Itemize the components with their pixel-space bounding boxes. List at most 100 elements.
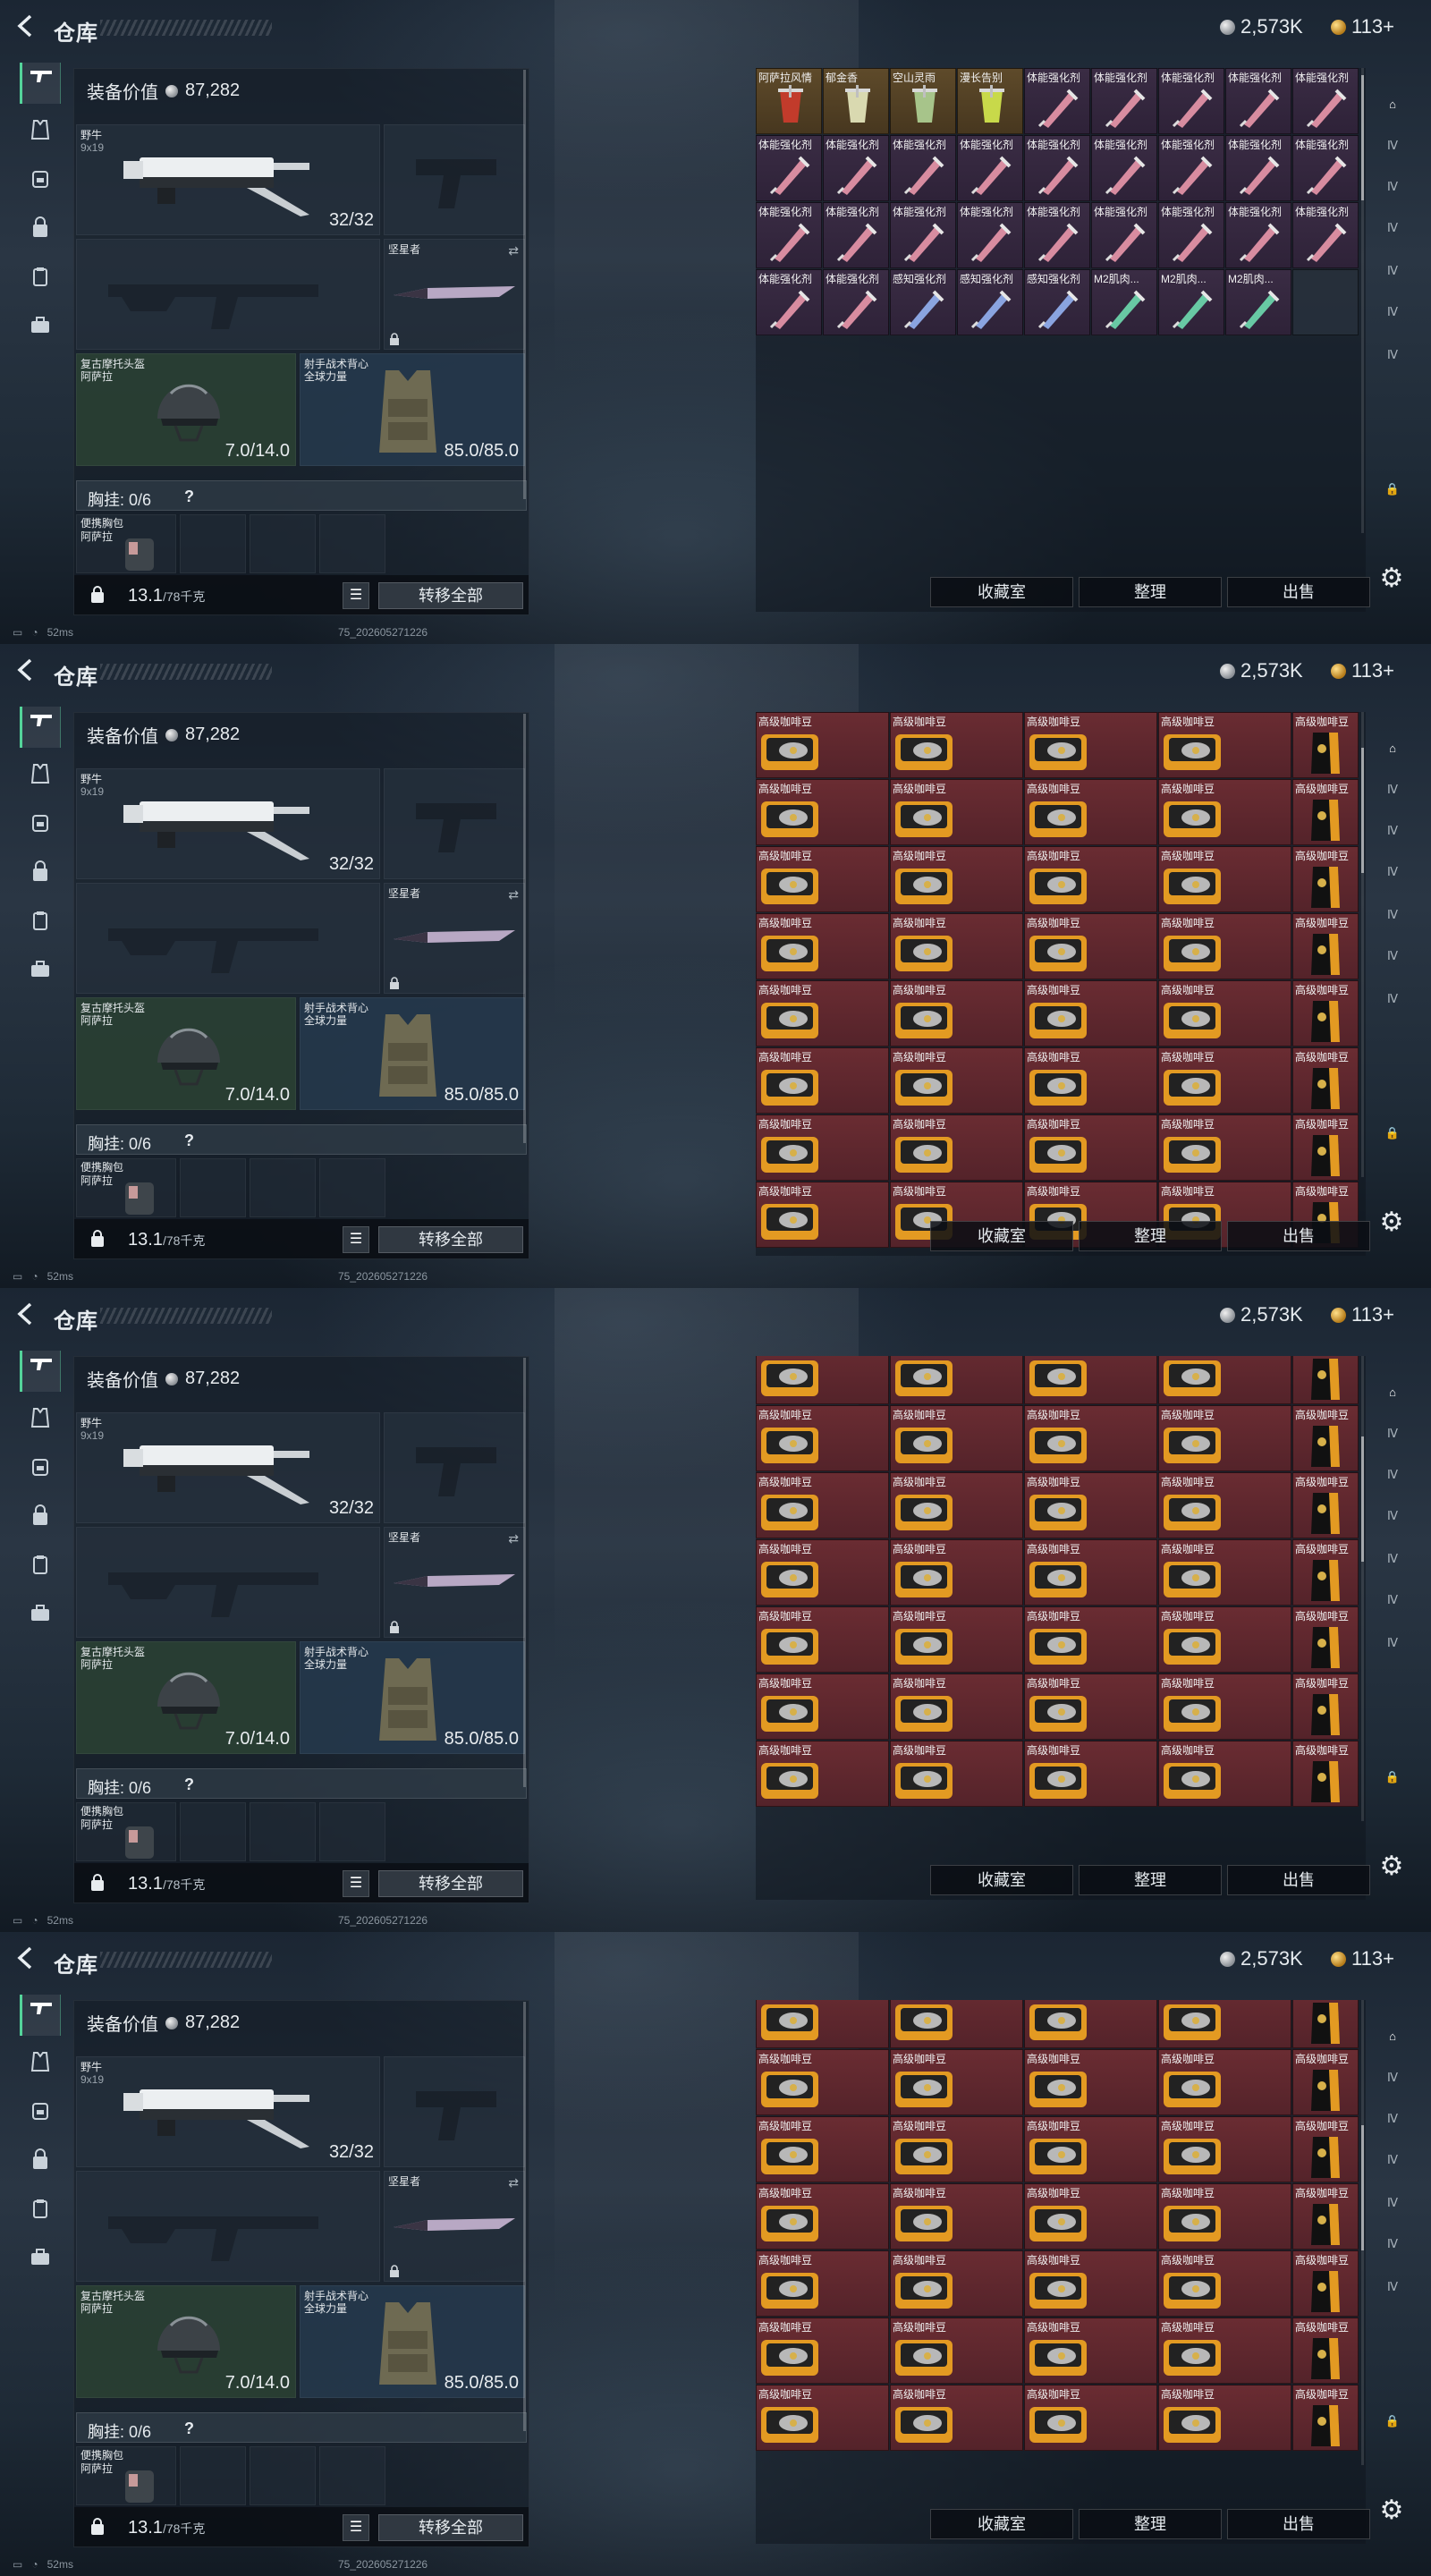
- coffee-bean-item[interactable]: 高级咖啡豆: [1158, 2000, 1291, 2048]
- inventory-item[interactable]: 体能强化剂: [1225, 202, 1291, 268]
- coffee-bean-item[interactable]: 高级咖啡豆: [1158, 2250, 1291, 2317]
- swap-icon[interactable]: ⇄: [508, 2175, 519, 2190]
- nav-bag[interactable]: [20, 857, 61, 898]
- coffee-bean-bag-item[interactable]: 高级咖啡豆: [1292, 1047, 1359, 1114]
- coffee-bean-item[interactable]: 高级咖啡豆: [1158, 1114, 1291, 1181]
- melee-slot[interactable]: 坚星者 ⇄: [384, 239, 525, 350]
- pouch-slot-empty[interactable]: [319, 2446, 385, 2505]
- coffee-bean-item[interactable]: 高级咖啡豆: [756, 846, 889, 912]
- coffee-bean-item[interactable]: 高级咖啡豆: [890, 2385, 1023, 2451]
- nav-bag[interactable]: [20, 2145, 61, 2186]
- inventory-item[interactable]: 漫长告别: [957, 68, 1023, 134]
- gold-currency[interactable]: 113+: [1331, 1947, 1394, 1970]
- coffee-bean-item[interactable]: 高级咖啡豆: [756, 2116, 889, 2182]
- inventory-item[interactable]: 体能强化剂: [1292, 135, 1359, 201]
- coffee-bean-item[interactable]: 高级咖啡豆: [1158, 1047, 1291, 1114]
- nav-armor[interactable]: [20, 1402, 61, 1444]
- inventory-item[interactable]: 体能强化剂: [823, 135, 889, 201]
- coffee-bean-item[interactable]: 高级咖啡豆: [1158, 2385, 1291, 2451]
- nav-backpack[interactable]: [20, 2095, 61, 2136]
- coffee-bean-item[interactable]: 高级咖啡豆: [756, 913, 889, 979]
- nav-toolbox[interactable]: [20, 2241, 61, 2283]
- coffee-bean-item[interactable]: 高级咖啡豆: [756, 1047, 889, 1114]
- coffee-bean-item[interactable]: 高级咖啡豆: [1024, 1674, 1157, 1740]
- sidearm-slot[interactable]: [384, 2056, 525, 2167]
- chest-rig-row[interactable]: 胸挂: 0/6 ?: [76, 1124, 527, 1155]
- collection-room-button[interactable]: 收藏室: [930, 1865, 1073, 1895]
- stash-6-icon[interactable]: Ⅳ: [1374, 2225, 1411, 2263]
- inventory-item[interactable]: 体能强化剂: [1024, 202, 1090, 268]
- pouch-slot-empty[interactable]: [250, 1802, 316, 1861]
- melee-slot[interactable]: 坚星者 ⇄: [384, 1527, 525, 1638]
- inventory-item[interactable]: 体能强化剂: [823, 202, 889, 268]
- stash-4-icon[interactable]: Ⅳ: [1374, 2141, 1411, 2179]
- nav-toolbox[interactable]: [20, 309, 61, 351]
- secondary-weapon-slot[interactable]: [76, 2171, 380, 2282]
- coffee-bean-item[interactable]: 高级咖啡豆: [1024, 2116, 1157, 2182]
- coffee-bean-item[interactable]: 高级咖啡豆: [1158, 1606, 1291, 1673]
- coffee-bean-item[interactable]: 高级咖啡豆: [890, 2183, 1023, 2250]
- stash-4-icon[interactable]: Ⅳ: [1374, 1497, 1411, 1535]
- help-icon[interactable]: ?: [184, 1775, 194, 1794]
- stash-7-icon[interactable]: Ⅳ: [1374, 336, 1411, 374]
- stash-6-icon[interactable]: Ⅳ: [1374, 293, 1411, 331]
- coffee-bean-item[interactable]: 高级咖啡豆: [890, 846, 1023, 912]
- coffee-bean-item[interactable]: 高级咖啡豆: [890, 2250, 1023, 2317]
- secondary-weapon-slot[interactable]: [76, 1527, 380, 1638]
- coffee-bean-bag-item[interactable]: 高级咖啡豆: [1292, 2049, 1359, 2115]
- sell-button[interactable]: 出售: [1227, 577, 1370, 607]
- coffee-bean-item[interactable]: 高级咖啡豆: [890, 1047, 1023, 1114]
- stash-4-icon[interactable]: Ⅳ: [1374, 209, 1411, 247]
- coffee-bean-item[interactable]: 高级咖啡豆: [1024, 913, 1157, 979]
- stash-3-icon[interactable]: Ⅳ: [1374, 1456, 1411, 1494]
- transfer-all-button[interactable]: 转移全部: [378, 2514, 523, 2541]
- inventory-item[interactable]: 体能强化剂: [756, 269, 822, 335]
- coffee-bean-bag-item[interactable]: 高级咖啡豆: [1292, 2385, 1359, 2451]
- inventory-item[interactable]: 体能强化剂: [1024, 68, 1090, 134]
- armor-slot[interactable]: 射手战术背心 全球力量 85.0/85.0: [300, 353, 525, 466]
- inventory-item[interactable]: 体能强化剂: [890, 202, 956, 268]
- inventory-item[interactable]: 体能强化剂: [1158, 202, 1224, 268]
- storage-scroll-thumb[interactable]: [1361, 1436, 1364, 1562]
- coffee-bean-item[interactable]: 高级咖啡豆: [1024, 1047, 1157, 1114]
- pouch-slot-empty[interactable]: [250, 1158, 316, 1217]
- coffee-bean-bag-item[interactable]: 高级咖啡豆: [1292, 1606, 1359, 1673]
- coffee-bean-bag-item[interactable]: 高级咖啡豆: [1292, 1741, 1359, 1807]
- inventory-item[interactable]: 体能强化剂: [957, 135, 1023, 201]
- coffee-bean-item[interactable]: 高级咖啡豆: [890, 1405, 1023, 1471]
- pouch-slot-empty[interactable]: [250, 514, 316, 573]
- coffee-bean-bag-item[interactable]: 高级咖啡豆: [1292, 1114, 1359, 1181]
- stash-3-icon[interactable]: Ⅳ: [1374, 168, 1411, 206]
- inventory-item[interactable]: 体能强化剂: [1225, 68, 1291, 134]
- back-arrow-icon[interactable]: [13, 1301, 39, 1327]
- help-icon[interactable]: ?: [184, 487, 194, 506]
- help-icon[interactable]: ?: [184, 1131, 194, 1150]
- storage-scroll-thumb[interactable]: [1361, 2125, 1364, 2250]
- stash-1-icon[interactable]: ⌂: [1374, 730, 1411, 767]
- stash-5-icon[interactable]: Ⅳ: [1374, 252, 1411, 290]
- pouch-slot-empty[interactable]: [250, 2446, 316, 2505]
- inventory-item[interactable]: 体能强化剂: [1225, 135, 1291, 201]
- coffee-bean-item[interactable]: 高级咖啡豆: [1024, 712, 1157, 778]
- inventory-item[interactable]: 体能强化剂: [823, 269, 889, 335]
- sort-button[interactable]: 整理: [1079, 1865, 1222, 1895]
- coffee-bean-item[interactable]: 高级咖啡豆: [1158, 913, 1291, 979]
- coffee-bean-item[interactable]: 高级咖啡豆: [1158, 1539, 1291, 1606]
- coffee-bean-bag-item[interactable]: 高级咖啡豆: [1292, 712, 1359, 778]
- coffee-bean-item[interactable]: 高级咖啡豆: [756, 1114, 889, 1181]
- coffee-bean-item[interactable]: 高级咖啡豆: [756, 2250, 889, 2317]
- coffee-bean-item[interactable]: 高级咖啡豆: [890, 1606, 1023, 1673]
- sort-button[interactable]: 整理: [1079, 2509, 1222, 2539]
- pouch-slot[interactable]: 便携胸包 阿萨拉: [76, 514, 176, 573]
- stash-7-icon[interactable]: Ⅳ: [1374, 980, 1411, 1018]
- list-view-button[interactable]: ☰: [343, 582, 369, 609]
- coffee-bean-item[interactable]: 高级咖啡豆: [890, 1356, 1023, 1404]
- coffee-bean-item[interactable]: 高级咖啡豆: [890, 2116, 1023, 2182]
- coffee-bean-item[interactable]: 高级咖啡豆: [756, 2183, 889, 2250]
- coffee-bean-item[interactable]: 高级咖啡豆: [756, 1182, 889, 1248]
- coffee-bean-item[interactable]: 高级咖啡豆: [1024, 2000, 1157, 2048]
- coffee-bean-item[interactable]: 高级咖啡豆: [1024, 2183, 1157, 2250]
- coffee-bean-item[interactable]: 高级咖啡豆: [1158, 1472, 1291, 1538]
- coffee-bean-item[interactable]: 高级咖啡豆: [756, 1405, 889, 1471]
- coffee-bean-bag-item[interactable]: 高级咖啡豆: [1292, 1356, 1359, 1404]
